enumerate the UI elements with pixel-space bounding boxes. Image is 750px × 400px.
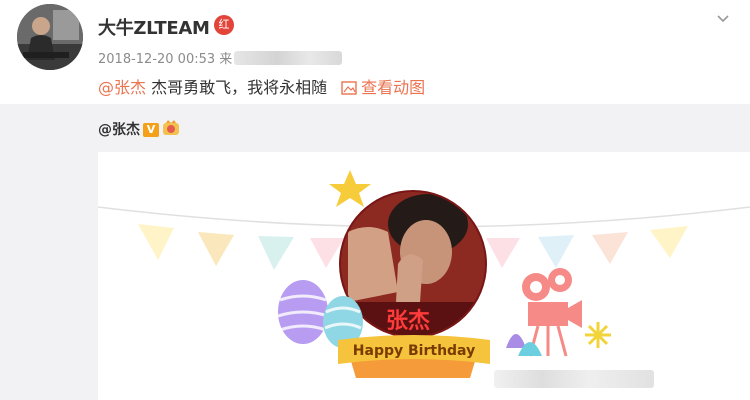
view-gif-label: 查看动图 — [361, 78, 426, 97]
blurred-watermark — [494, 370, 654, 388]
blurred-source — [234, 51, 343, 65]
repost-image[interactable]: 张杰 Happy Birthday — [98, 152, 750, 400]
mention-link[interactable]: @张杰 — [98, 78, 146, 97]
post-text: @张杰 杰哥勇敢飞，我将永相随 查看动图 — [98, 74, 425, 98]
repost-author-link[interactable]: @张杰 — [98, 122, 140, 138]
timestamp[interactable]: 2018-12-20 00:53 — [98, 52, 215, 67]
member-badge[interactable]: 红 — [214, 15, 234, 35]
repost-author: @张杰 V — [98, 119, 180, 139]
verified-badge[interactable]: V — [143, 123, 159, 137]
user-name[interactable]: 大牛ZLTEAM — [98, 14, 210, 40]
post-header: 大牛ZLTEAM 红 2018-12-20 00:53 来 @张杰 杰哥勇敢飞，… — [0, 0, 750, 104]
repost-container: @张杰 V 张杰 Happy Birthday — [0, 104, 750, 400]
crown-badge-icon[interactable] — [162, 120, 180, 136]
chevron-down-icon[interactable] — [716, 12, 730, 26]
post-meta: 2018-12-20 00:53 来 — [98, 48, 343, 67]
source-prefix: 来 — [219, 52, 233, 67]
poster-name: 张杰 — [386, 309, 430, 334]
image-icon — [341, 81, 357, 95]
birthday-banner-text: Happy Birthday — [353, 343, 475, 359]
view-gif-link[interactable]: 查看动图 — [341, 78, 425, 97]
birthday-illustration: 张杰 Happy Birthday — [98, 170, 750, 378]
avatar-image — [17, 4, 83, 70]
post-body: 杰哥勇敢飞，我将永相随 — [146, 78, 328, 97]
user-avatar[interactable] — [17, 4, 83, 70]
